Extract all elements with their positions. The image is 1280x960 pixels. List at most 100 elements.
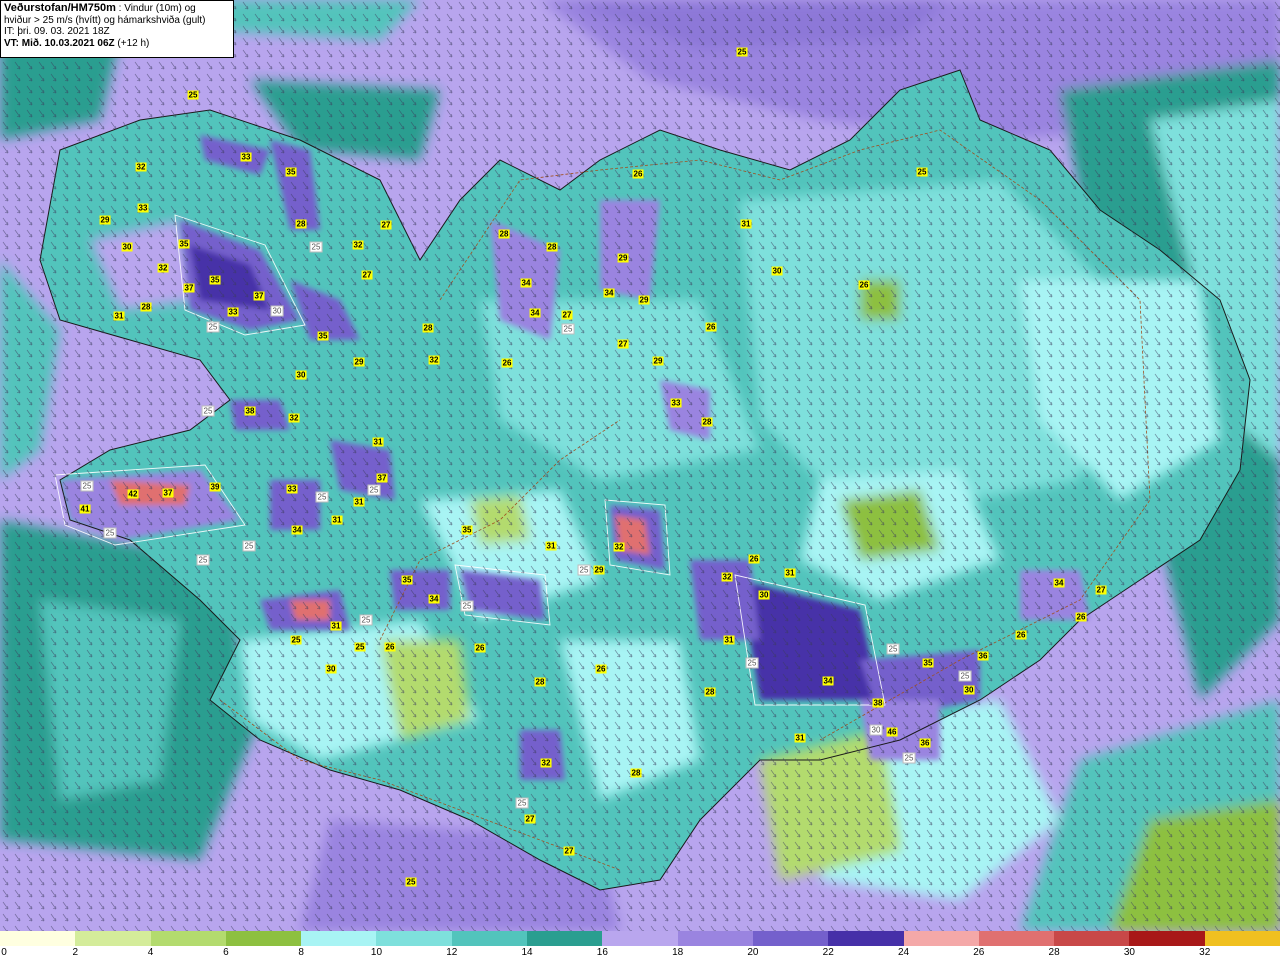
max-gust-label: 32 xyxy=(540,758,552,768)
gust-contour-label: 25 xyxy=(359,614,373,626)
max-gust-label: 30 xyxy=(758,590,770,600)
max-gust-label: 33 xyxy=(286,484,298,494)
max-gust-label: 31 xyxy=(353,497,365,507)
color-scale-tick-label: 20 xyxy=(747,947,759,958)
max-gust-label: 25 xyxy=(354,642,366,652)
color-scale-tick-label: 32 xyxy=(1199,947,1211,958)
max-gust-label: 26 xyxy=(1015,630,1027,640)
max-gust-label: 25 xyxy=(290,635,302,645)
max-gust-label: 33 xyxy=(670,398,682,408)
max-gust-label: 26 xyxy=(1075,612,1087,622)
max-gust-label: 27 xyxy=(617,339,629,349)
gust-contour-label: 25 xyxy=(315,491,329,503)
max-gust-label: 28 xyxy=(630,768,642,778)
max-gust-label: 29 xyxy=(652,356,664,366)
max-gust-label: 27 xyxy=(524,814,536,824)
color-scale-segment xyxy=(451,931,528,946)
max-gust-label: 31 xyxy=(331,515,343,525)
color-scale-tick-label: 8 xyxy=(298,947,304,958)
max-gust-label: 25 xyxy=(916,167,928,177)
max-gust-label: 32 xyxy=(157,263,169,273)
max-gust-label: 26 xyxy=(748,554,760,564)
description-line: hviður > 25 m/s (hvítt) og hámarkshviða … xyxy=(4,14,206,26)
gust-contour-label: 25 xyxy=(196,554,210,566)
forecast-offset: (+12 h) xyxy=(114,37,150,49)
gust-contour-label: 25 xyxy=(515,797,529,809)
color-scale-bar: 0 2 4 6 8 10 12 14 16 18 20 22 24 26 28 30 32 xyxy=(0,931,1280,960)
max-gust-label: 29 xyxy=(99,215,111,225)
color-scale-tick-label: 30 xyxy=(1123,947,1135,958)
max-gust-label: 26 xyxy=(501,358,513,368)
max-gust-label: 27 xyxy=(563,846,575,856)
max-gust-label: 27 xyxy=(561,310,573,320)
max-gust-label: 28 xyxy=(704,687,716,697)
gust-labels-layer: 25 25 32 33 35 29 33 30 35 28 32 27 32 37 35 37 27 28 31 33… xyxy=(0,0,1280,931)
max-gust-label: 36 xyxy=(919,738,931,748)
max-gust-label: 37 xyxy=(253,291,265,301)
max-gust-label: 32 xyxy=(428,355,440,365)
gust-contour-label: 25 xyxy=(242,540,256,552)
gust-contour-label: 25 xyxy=(201,405,215,417)
max-gust-label: 30 xyxy=(771,266,783,276)
color-scale-segment xyxy=(75,931,152,946)
max-gust-label: 32 xyxy=(613,542,625,552)
valid-time: VT: Mið. 10.03.2021 06Z xyxy=(4,37,115,49)
max-gust-label: 29 xyxy=(638,295,650,305)
max-gust-label: 30 xyxy=(325,664,337,674)
gust-contour-label: 25 xyxy=(577,564,591,576)
color-scale-tick-label: 6 xyxy=(223,947,229,958)
max-gust-label: 27 xyxy=(380,220,392,230)
initial-time: IT: þri. 09. 03. 2021 18Z xyxy=(4,26,110,37)
gust-contour-label: 25 xyxy=(902,752,916,764)
max-gust-label: 32 xyxy=(288,413,300,423)
gust-contour-label: 25 xyxy=(80,480,94,492)
max-gust-label: 37 xyxy=(376,473,388,483)
color-scale-segment xyxy=(903,931,980,946)
max-gust-label: 29 xyxy=(353,357,365,367)
max-gust-label: 28 xyxy=(422,323,434,333)
max-gust-label: 35 xyxy=(401,575,413,585)
max-gust-label: 31 xyxy=(784,568,796,578)
color-scale-tick-label: 18 xyxy=(672,947,684,958)
gust-contour-label: 25 xyxy=(561,323,575,335)
color-scale-tick-label: 24 xyxy=(897,947,910,958)
max-gust-label: 32 xyxy=(721,572,733,582)
color-scale-segment xyxy=(978,931,1055,946)
max-gust-label: 35 xyxy=(285,167,297,177)
max-gust-label: 42 xyxy=(127,489,139,499)
title-suffix: : Vindur (10m) og xyxy=(115,3,196,14)
gust-contour-label: 30 xyxy=(869,724,883,736)
max-gust-label: 28 xyxy=(546,242,558,252)
max-gust-label: 36 xyxy=(977,651,989,661)
gust-contour-label: 25 xyxy=(886,643,900,655)
color-scale-tick-label: 26 xyxy=(973,947,985,958)
color-scale-segment xyxy=(225,931,302,946)
gust-contour-label: 25 xyxy=(745,657,759,669)
color-scale-segment xyxy=(1054,931,1130,946)
max-gust-label: 30 xyxy=(295,370,307,380)
map-legend-box: Veðurstofan/HM750m : Vindur (10m) og hvi… xyxy=(0,0,234,58)
max-gust-label: 38 xyxy=(872,698,884,708)
max-gust-label: 34 xyxy=(603,288,615,298)
max-gust-label: 31 xyxy=(113,311,125,321)
max-gust-label: 28 xyxy=(534,677,546,687)
max-gust-label: 28 xyxy=(498,229,510,239)
max-gust-label: 31 xyxy=(740,219,752,229)
max-gust-label: 29 xyxy=(617,253,629,263)
max-gust-label: 26 xyxy=(705,322,717,332)
max-gust-label: 35 xyxy=(178,239,190,249)
max-gust-label: 34 xyxy=(1053,578,1065,588)
max-gust-label: 32 xyxy=(135,162,147,172)
max-gust-label: 31 xyxy=(372,437,384,447)
color-scale-tick-label: 2 xyxy=(72,947,79,958)
max-gust-label: 34 xyxy=(291,525,303,535)
color-scale-segment xyxy=(150,931,227,946)
max-gust-label: 34 xyxy=(529,308,541,318)
gust-contour-label: 25 xyxy=(958,670,972,682)
max-gust-label: 29 xyxy=(593,565,605,575)
color-scale-tick-label: 4 xyxy=(147,947,154,958)
color-scale-tick-label: 10 xyxy=(370,947,383,958)
max-gust-label: 26 xyxy=(384,642,396,652)
max-gust-label: 35 xyxy=(317,331,329,341)
max-gust-label: 28 xyxy=(701,417,713,427)
